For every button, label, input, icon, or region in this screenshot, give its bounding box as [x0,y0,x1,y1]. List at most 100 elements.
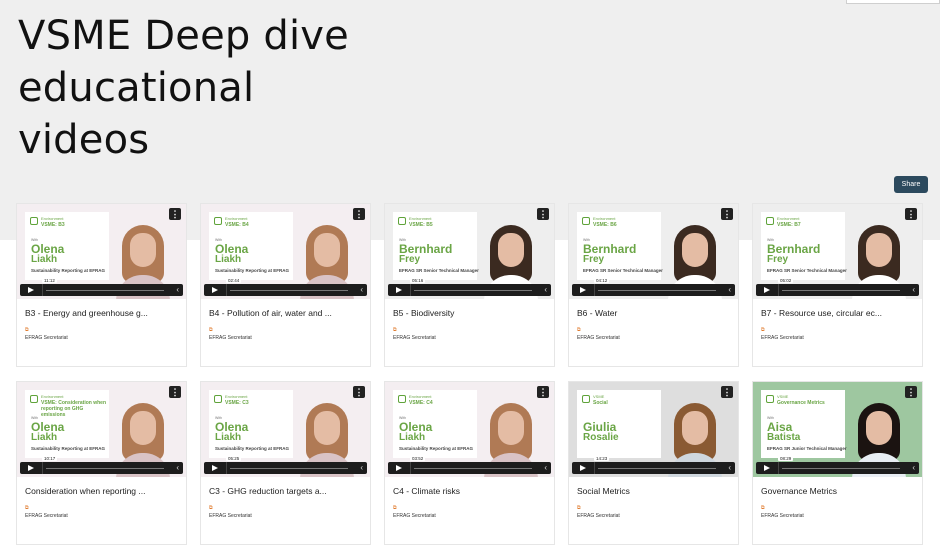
title-slide: Environment VSME: C3 With Olena Liakh Sustain… [209,390,293,458]
slide-last-name: Rosalie [583,432,619,443]
more-options-icon[interactable]: ⋮ [353,386,365,398]
chevron-left-icon[interactable]: ‹ [912,462,915,474]
video-card[interactable]: VSME Governance Metrics With Aisa Batista EFR… [752,381,923,545]
player-controls: ‹ [572,284,735,296]
video-title[interactable]: B7 - Resource use, circular ec... [761,308,916,318]
progress-bar[interactable] [598,289,716,291]
video-thumbnail[interactable]: VSME Governance Metrics With Aisa Batista EFR… [753,382,922,477]
progress-bar[interactable] [230,289,348,291]
play-icon[interactable] [572,284,595,296]
video-card[interactable]: Environment VSME: C3 With Olena Liakh Sustain… [200,381,371,545]
more-options-icon[interactable]: ⋮ [721,386,733,398]
chevron-left-icon[interactable]: ‹ [728,284,731,296]
slide-last-name: Frey [767,254,789,265]
video-card[interactable]: Environment VSME: B6 With Bernhard Frey EFRAG… [568,203,739,367]
video-author: EFRAG Secretariat [209,335,252,341]
video-card[interactable]: VSME Social Giulia Rosalie ⋮ 14:23 ‹ Social Met… [568,381,739,545]
video-duration: 02:44 [226,278,242,283]
video-thumbnail[interactable]: VSME Social Giulia Rosalie ⋮ 14:23 ‹ [569,382,738,477]
progress-bar[interactable] [230,467,348,469]
progress-bar[interactable] [782,289,900,291]
slide-last-name: Liakh [399,432,426,443]
video-card[interactable]: Environment VSME: B5 With Bernhard Frey EFRAG… [384,203,555,367]
slide-code: VSME: B7 [777,222,801,228]
page-title-line-2: educational [18,65,255,111]
video-card[interactable]: Environment VSME: Consideration when repo… [16,381,187,545]
title-slide: Environment VSME: B3 With Olena Liakh Sustain… [25,212,109,280]
video-card[interactable]: Environment VSME: C4 With Olena Liakh Sustain… [384,381,555,545]
video-thumbnail[interactable]: Environment VSME: B6 With Bernhard Frey EFRAG… [569,204,738,299]
chevron-left-icon[interactable]: ‹ [728,462,731,474]
slide-role: EFRAG SR Senior Technical Manager [399,268,479,273]
progress-bar[interactable] [46,467,164,469]
video-title[interactable]: Social Metrics [577,486,732,496]
more-options-icon[interactable]: ⋮ [905,208,917,220]
player-controls: ‹ [572,462,735,474]
more-options-icon[interactable]: ⋮ [169,208,181,220]
play-icon[interactable] [204,462,227,474]
video-author: EFRAG Secretariat [25,335,68,341]
progress-bar[interactable] [414,289,532,291]
video-title[interactable]: B5 - Biodiversity [393,308,548,318]
chevron-left-icon[interactable]: ‹ [176,462,179,474]
chevron-left-icon[interactable]: ‹ [176,284,179,296]
video-card[interactable]: Environment VSME: B4 With Olena Liakh Sustain… [200,203,371,367]
channel-icon: ⧉ [209,505,213,511]
video-card[interactable]: Environment VSME: B3 With Olena Liakh Sustain… [16,203,187,367]
slide-role: Sustainability Reporting at EFRAG [31,268,106,273]
video-thumbnail[interactable]: Environment VSME: B5 With Bernhard Frey EFRAG… [385,204,554,299]
player-controls: ‹ [204,462,367,474]
video-author: EFRAG Secretariat [761,513,804,519]
more-options-icon[interactable]: ⋮ [537,386,549,398]
video-author: EFRAG Secretariat [393,513,436,519]
chevron-left-icon[interactable]: ‹ [360,462,363,474]
video-title[interactable]: B4 - Pollution of air, water and ... [209,308,364,318]
more-options-icon[interactable]: ⋮ [353,208,365,220]
video-title[interactable]: C3 - GHG reduction targets a... [209,486,364,496]
play-icon[interactable] [204,284,227,296]
video-title[interactable]: B6 - Water [577,308,732,318]
play-icon[interactable] [20,284,43,296]
video-thumbnail[interactable]: Environment VSME: C3 With Olena Liakh Sustain… [201,382,370,477]
video-thumbnail[interactable]: Environment VSME: B3 With Olena Liakh Sustain… [17,204,186,299]
play-icon[interactable] [388,462,411,474]
play-icon[interactable] [756,284,779,296]
more-options-icon[interactable]: ⋮ [537,208,549,220]
more-options-icon[interactable]: ⋮ [905,386,917,398]
video-card[interactable]: Environment VSME: B7 With Bernhard Frey EFRAG… [752,203,923,367]
video-thumbnail[interactable]: Environment VSME: Consideration when repo… [17,382,186,477]
video-thumbnail[interactable]: Environment VSME: B7 With Bernhard Frey EFRAG… [753,204,922,299]
video-title[interactable]: C4 - Climate risks [393,486,548,496]
slide-category: Environment [777,216,800,221]
more-options-icon[interactable]: ⋮ [721,208,733,220]
vsme-logo-icon [30,395,38,403]
video-duration: 10:17 [42,456,58,461]
video-author: EFRAG Secretariat [577,335,620,341]
video-title[interactable]: Governance Metrics [761,486,916,496]
video-title[interactable]: Consideration when reporting ... [25,486,180,496]
title-slide: VSME Social Giulia Rosalie [577,390,661,458]
chevron-left-icon[interactable]: ‹ [544,462,547,474]
vsme-logo-icon [30,217,38,225]
video-thumbnail[interactable]: Environment VSME: B4 With Olena Liakh Sustain… [201,204,370,299]
vsme-logo-icon [214,395,222,403]
video-thumbnail[interactable]: Environment VSME: C4 With Olena Liakh Sustain… [385,382,554,477]
progress-bar[interactable] [598,467,716,469]
progress-bar[interactable] [414,467,532,469]
video-duration: 14:23 [594,456,610,461]
share-button[interactable]: Share [894,176,928,193]
chevron-left-icon[interactable]: ‹ [912,284,915,296]
chevron-left-icon[interactable]: ‹ [544,284,547,296]
slide-category: Environment [225,394,248,399]
play-icon[interactable] [388,284,411,296]
play-icon[interactable] [20,462,43,474]
more-options-icon[interactable]: ⋮ [169,386,181,398]
slide-role: Sustainability Reporting at EFRAG [215,268,290,273]
video-title[interactable]: B3 - Energy and greenhouse g... [25,308,180,318]
progress-bar[interactable] [46,289,164,291]
play-icon[interactable] [572,462,595,474]
play-icon[interactable] [756,462,779,474]
page-title-line-3: videos [18,117,150,163]
chevron-left-icon[interactable]: ‹ [360,284,363,296]
progress-bar[interactable] [782,467,900,469]
